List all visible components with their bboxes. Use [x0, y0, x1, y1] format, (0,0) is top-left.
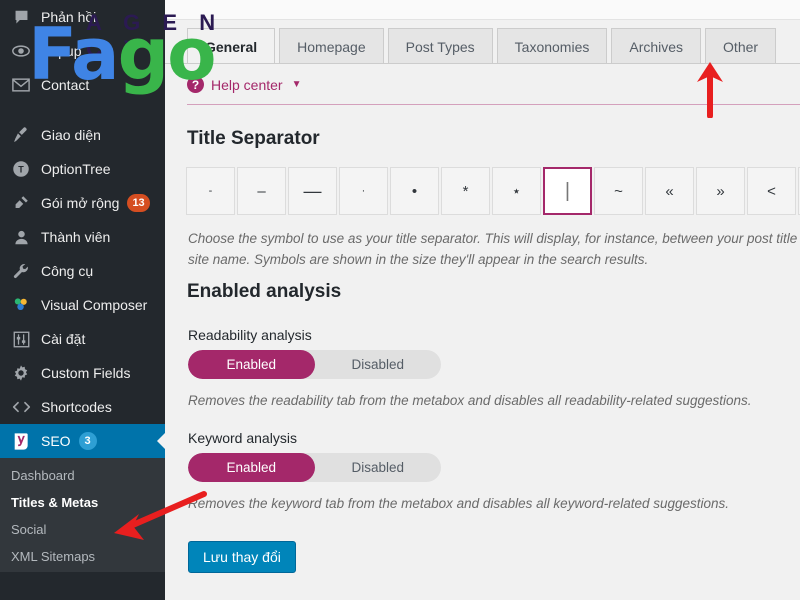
- sidebar-item-label: Popup: [41, 43, 82, 59]
- settings-tabs: General Homepage Post Types Taxonomies A…: [187, 28, 780, 64]
- sidebar-item-label: Thành viên: [41, 229, 111, 245]
- sidebar-item-giao-dien[interactable]: Giao diện: [0, 118, 165, 152]
- title-separator-options: - – — · • * ⋆ | ~ « » < >: [186, 167, 800, 215]
- readability-analysis-description: Removes the readability tab from the met…: [188, 393, 752, 408]
- popup-icon: [10, 41, 32, 61]
- sidebar-item-shortcodes[interactable]: Shortcodes: [0, 390, 165, 424]
- title-separator-description-line2: site name. Symbols are shown in the size…: [188, 252, 649, 267]
- help-center-toggle[interactable]: ? Help center ▼: [187, 76, 302, 93]
- separator-option-raquo[interactable]: »: [696, 167, 745, 215]
- section-divider: [187, 104, 800, 105]
- separator-option-middot[interactable]: ·: [339, 167, 388, 215]
- paintbrush-icon: [10, 125, 32, 145]
- sidebar-item-thanh-vien[interactable]: Thành viên: [0, 220, 165, 254]
- comment-icon: [10, 7, 32, 27]
- top-strip: [165, 0, 800, 20]
- visual-composer-icon: [10, 295, 32, 315]
- sidebar-badge-updates: 13: [127, 194, 150, 212]
- sidebar-item-custom-fields[interactable]: Custom Fields: [0, 356, 165, 390]
- sidebar-item-label: SEO: [41, 433, 71, 449]
- envelope-icon: [10, 75, 32, 95]
- sidebar-item-cong-cu[interactable]: Công cụ: [0, 254, 165, 288]
- keyword-disabled-option[interactable]: Disabled: [315, 453, 442, 482]
- submenu-item-social[interactable]: Social: [0, 516, 165, 543]
- submenu-item-titles-metas[interactable]: Titles & Metas: [0, 489, 165, 516]
- readability-enabled-option[interactable]: Enabled: [188, 350, 315, 379]
- separator-option-bullet[interactable]: •: [390, 167, 439, 215]
- sidebar-item-label: OptionTree: [41, 161, 111, 177]
- separator-option-endash[interactable]: –: [237, 167, 286, 215]
- sidebar-item-contact[interactable]: Contact: [0, 68, 165, 102]
- user-icon: [10, 227, 32, 247]
- plugin-icon: [10, 193, 32, 213]
- separator-option-tilde[interactable]: ~: [594, 167, 643, 215]
- wrench-icon: [10, 261, 32, 281]
- readability-analysis-label: Readability analysis: [188, 327, 312, 343]
- sidebar-item-label: Gói mở rộng: [41, 195, 120, 211]
- enabled-analysis-heading: Enabled analysis: [187, 281, 342, 302]
- separator-option-pipe[interactable]: |: [543, 167, 592, 215]
- sidebar-badge-seo: 3: [78, 432, 97, 450]
- title-separator-description-line1: Choose the symbol to use as your title s…: [188, 231, 800, 246]
- tab-taxonomies[interactable]: Taxonomies: [496, 28, 608, 64]
- screen-root: Phản hồi Popup Contact Giao diện T Optio…: [0, 0, 800, 600]
- submenu-item-xml-sitemaps[interactable]: XML Sitemaps: [0, 543, 165, 570]
- sidebar-item-label: Visual Composer: [41, 297, 148, 313]
- code-icon: [10, 397, 32, 417]
- svg-text:T: T: [18, 165, 24, 175]
- sidebar-item-label: Giao diện: [41, 127, 101, 143]
- title-separator-heading: Title Separator: [187, 128, 320, 149]
- tab-other[interactable]: Other: [705, 28, 777, 64]
- tabs-underline: [165, 63, 800, 64]
- tab-homepage[interactable]: Homepage: [279, 28, 384, 64]
- save-changes-button[interactable]: Lưu thay đổi: [188, 541, 296, 573]
- separator-option-asterisk[interactable]: *: [441, 167, 490, 215]
- sidebar-item-label: Contact: [41, 77, 90, 93]
- sidebar-item-cai-dat[interactable]: Cài đặt: [0, 322, 165, 356]
- tab-archives[interactable]: Archives: [611, 28, 702, 64]
- keyword-analysis-description: Removes the keyword tab from the metabox…: [188, 496, 730, 511]
- sidebar-item-label: Cài đặt: [41, 331, 86, 347]
- tab-post-types[interactable]: Post Types: [387, 28, 493, 64]
- seo-submenu: Dashboard Titles & Metas Social XML Site…: [0, 458, 165, 572]
- separator-option-hyphen[interactable]: -: [186, 167, 235, 215]
- sidebar-item-label: Custom Fields: [41, 365, 131, 381]
- tab-general[interactable]: General: [187, 28, 276, 64]
- sidebar-item-seo[interactable]: SEO 3: [0, 424, 165, 458]
- sidebar-item-label: Phản hồi: [41, 9, 97, 25]
- sidebar-item-visual-composer[interactable]: Visual Composer: [0, 288, 165, 322]
- keyword-analysis-toggle[interactable]: Enabled Disabled: [188, 453, 441, 482]
- readability-analysis-toggle[interactable]: Enabled Disabled: [188, 350, 441, 379]
- sidebar-item-label: Shortcodes: [41, 399, 112, 415]
- optiontree-icon: T: [10, 159, 32, 179]
- sliders-icon: [10, 329, 32, 349]
- readability-disabled-option[interactable]: Disabled: [315, 350, 442, 379]
- help-center-label: Help center: [211, 76, 283, 93]
- separator-option-laquo[interactable]: «: [645, 167, 694, 215]
- question-mark-icon: ?: [187, 76, 204, 93]
- gear-icon: [10, 363, 32, 383]
- separator-option-lt[interactable]: <: [747, 167, 796, 215]
- sidebar-item-label: Công cụ: [41, 263, 94, 279]
- keyword-analysis-label: Keyword analysis: [188, 430, 297, 446]
- yoast-icon: [10, 431, 32, 451]
- sidebar-item-optiontree[interactable]: T OptionTree: [0, 152, 165, 186]
- separator-option-star[interactable]: ⋆: [492, 167, 541, 215]
- chevron-down-icon: ▼: [291, 79, 302, 90]
- sidebar-item-popup[interactable]: Popup: [0, 34, 165, 68]
- sidebar-item-phan-hoi[interactable]: Phản hồi: [0, 0, 165, 34]
- sidebar-item-goi-mo-rong[interactable]: Gói mở rộng 13: [0, 186, 165, 220]
- separator-option-emdash[interactable]: —: [288, 167, 337, 215]
- admin-sidebar: Phản hồi Popup Contact Giao diện T Optio…: [0, 0, 165, 600]
- keyword-enabled-option[interactable]: Enabled: [188, 453, 315, 482]
- submenu-item-dashboard[interactable]: Dashboard: [0, 462, 165, 489]
